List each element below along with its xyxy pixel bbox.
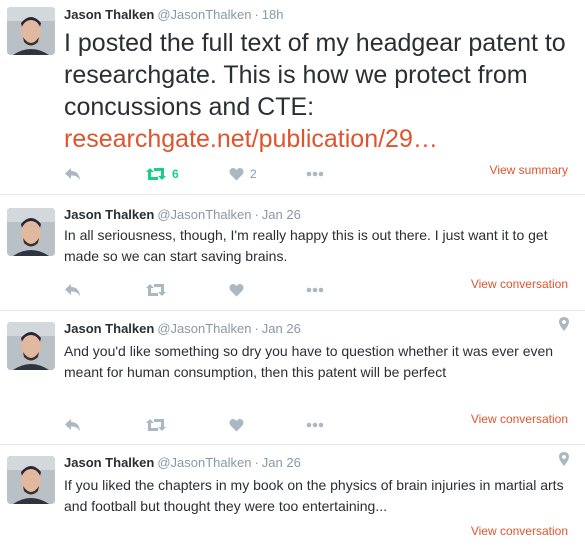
- more-icon: [306, 171, 324, 177]
- view-conversation-link[interactable]: View conversation: [471, 277, 568, 291]
- like-button[interactable]: 2: [229, 164, 257, 184]
- tweet-text: In all seriousness, though, I'm really h…: [64, 227, 548, 264]
- tweet-header: Jason Thalken @JasonThalken · Jan 26: [64, 206, 301, 224]
- tweet-text: I posted the full text of my headgear pa…: [64, 27, 567, 155]
- separator: ·: [254, 321, 259, 336]
- tweet-header: Jason Thalken @JasonThalken · Jan 26: [64, 454, 301, 472]
- avatar[interactable]: [7, 208, 55, 256]
- reply-icon: [65, 168, 80, 180]
- timestamp[interactable]: Jan 26: [262, 321, 301, 336]
- retweet-icon: [146, 284, 166, 296]
- like-icon: [229, 167, 244, 181]
- author-name[interactable]: Jason Thalken: [64, 207, 154, 222]
- tweet-header: Jason Thalken @JasonThalken · Jan 26: [64, 320, 301, 338]
- author-handle[interactable]: @JasonThalken: [157, 455, 251, 470]
- tweet-body: I posted the full text of my headgear pa…: [64, 29, 566, 121]
- like-button[interactable]: [229, 415, 244, 435]
- timestamp[interactable]: Jan 26: [262, 455, 301, 470]
- location-pin-icon[interactable]: [559, 317, 569, 331]
- retweet-button[interactable]: 6: [146, 164, 179, 184]
- more-button[interactable]: [306, 164, 324, 184]
- tweet-4[interactable]: Jason Thalken @JasonThalken · Jan 26 If you…: [0, 446, 585, 546]
- reply-icon: [65, 419, 80, 431]
- tweet-header: Jason Thalken @JasonThalken · 18h: [64, 6, 284, 24]
- retweet-button[interactable]: [146, 415, 166, 435]
- more-button[interactable]: [306, 280, 324, 300]
- author-name[interactable]: Jason Thalken: [64, 321, 154, 336]
- separator: ·: [254, 207, 259, 222]
- avatar[interactable]: [7, 456, 55, 504]
- avatar[interactable]: [7, 322, 55, 370]
- reply-button[interactable]: [64, 164, 81, 184]
- like-icon: [229, 283, 244, 297]
- timestamp[interactable]: Jan 26: [262, 207, 301, 222]
- tweet-actions: [64, 415, 344, 435]
- tweet-actions: 6 2: [64, 164, 344, 184]
- retweet-button[interactable]: [146, 280, 166, 300]
- author-handle[interactable]: @JasonThalken: [157, 7, 251, 22]
- reply-button[interactable]: [64, 415, 81, 435]
- view-conversation-link[interactable]: View conversation: [471, 524, 568, 538]
- more-icon: [306, 287, 324, 293]
- timestamp[interactable]: 18h: [262, 7, 284, 22]
- separator: ·: [254, 7, 259, 22]
- author-name[interactable]: Jason Thalken: [64, 7, 154, 22]
- reply-icon: [65, 284, 80, 296]
- like-count: 2: [250, 167, 257, 181]
- author-handle[interactable]: @JasonThalken: [157, 321, 251, 336]
- tweet-3[interactable]: Jason Thalken @JasonThalken · Jan 26 And yo…: [0, 312, 585, 445]
- retweet-count: 6: [172, 167, 179, 181]
- view-conversation-link[interactable]: View conversation: [471, 412, 568, 426]
- author-name[interactable]: Jason Thalken: [64, 455, 154, 470]
- retweet-icon: [146, 168, 166, 180]
- like-button[interactable]: [229, 280, 244, 300]
- tweet-1[interactable]: Jason Thalken @JasonThalken · 18h I posted …: [0, 0, 585, 195]
- tweet-link[interactable]: researchgate.net/publication/29…: [64, 125, 438, 153]
- reply-button[interactable]: [64, 280, 81, 300]
- author-handle[interactable]: @JasonThalken: [157, 207, 251, 222]
- avatar[interactable]: [7, 7, 55, 55]
- tweet-text: If you liked the chapters in my book on …: [64, 477, 564, 514]
- tweet-actions: [64, 280, 344, 300]
- more-icon: [306, 422, 324, 428]
- separator: ·: [254, 455, 259, 470]
- tweet-2[interactable]: Jason Thalken @JasonThalken · Jan 26 In all…: [0, 196, 585, 311]
- tweet-timeline: Jason Thalken @JasonThalken · 18h I posted …: [0, 0, 585, 546]
- retweet-icon: [146, 419, 166, 431]
- more-button[interactable]: [306, 415, 324, 435]
- location-pin-icon[interactable]: [559, 452, 569, 466]
- view-summary-link[interactable]: View summary: [490, 163, 568, 177]
- like-icon: [229, 418, 244, 432]
- tweet-text: And you'd like something so dry you have…: [64, 343, 554, 380]
